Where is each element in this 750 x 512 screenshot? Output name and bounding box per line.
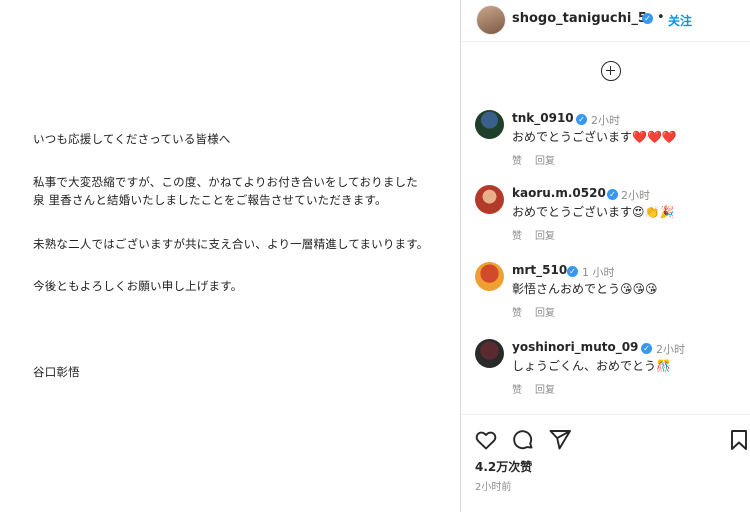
like-comment-button[interactable]: 赞 — [512, 385, 522, 396]
commenter-avatar[interactable] — [475, 339, 504, 368]
comment-actions: 赞 回复 — [512, 381, 568, 396]
letter-paragraph-line: 私事で大変恐縮ですが、この度、かねてよりお付き合いをしておりました — [33, 175, 418, 189]
bookmark-icon[interactable] — [728, 428, 750, 452]
separator-dot: • — [657, 10, 665, 25]
comment-text: しょうごくん、おめでとう🎊 — [512, 359, 671, 373]
comment-icon[interactable] — [511, 428, 535, 452]
heart-icon[interactable] — [474, 428, 498, 452]
verified-badge-icon: ✓ — [607, 189, 618, 200]
like-comment-button[interactable]: 赞 — [512, 156, 522, 167]
verified-badge-icon: ✓ — [642, 13, 653, 24]
comment-item: yoshinori_muto_09 ✓ 2小时 しょうごくん、おめでとう🎊 赞 回… — [461, 339, 750, 409]
like-comment-button[interactable]: 赞 — [512, 231, 522, 242]
commenter-username[interactable]: tnk_0910 — [512, 111, 574, 125]
comment-text: おめでとうございます❤️❤️❤️ — [512, 130, 677, 144]
commenter-avatar[interactable] — [475, 262, 504, 291]
post-action-bar — [461, 428, 750, 452]
letter-paragraph-line: 未熟な二人ではございますが共に支え合い、より一層精進してまいります。 — [33, 237, 429, 251]
like-comment-button[interactable]: 赞 — [512, 308, 522, 319]
comment-time: 1 小时 — [582, 266, 615, 279]
commenter-avatar[interactable] — [475, 185, 504, 214]
comment-item: kaoru.m.0520 ✓ 2小时 おめでとうございます😍👏🎉 赞 回复 — [461, 185, 750, 255]
header-divider — [461, 41, 750, 42]
letter-paragraph-line: 泉 里香さんと結婚いたしましたことをご報告させていただきます。 — [33, 193, 387, 207]
commenter-username[interactable]: mrt_510 — [512, 263, 567, 277]
comment-item: mrt_510 ✓ 1 小时 彰悟さんおめでとう😘😘😘 赞 回复 — [461, 262, 750, 332]
post-timestamp: 2小时前 — [475, 482, 512, 493]
share-icon[interactable] — [548, 428, 572, 452]
post-header: shogo_taniguchi_5 ✓ • 关注 — [461, 0, 750, 40]
reply-button[interactable]: 回复 — [535, 308, 555, 319]
author-username[interactable]: shogo_taniguchi_5 — [512, 11, 647, 26]
reply-button[interactable]: 回复 — [535, 156, 555, 167]
like-count[interactable]: 4.2万次赞 — [475, 458, 532, 475]
verified-badge-icon: ✓ — [641, 343, 652, 354]
author-avatar[interactable] — [476, 5, 506, 35]
comment-time: 2小时 — [621, 189, 650, 202]
letter-signature: 谷口彰悟 — [33, 365, 80, 379]
verified-badge-icon: ✓ — [576, 114, 587, 125]
comment-actions: 赞 回复 — [512, 304, 568, 319]
reply-button[interactable]: 回复 — [535, 385, 555, 396]
reply-button[interactable]: 回复 — [535, 231, 555, 242]
letter-paragraph-line: 今後ともよろしくお願い申し上げます。 — [33, 279, 243, 293]
comment-time: 2小时 — [656, 343, 685, 356]
comment-actions: 赞 回复 — [512, 152, 568, 167]
load-more-comments-icon[interactable] — [601, 61, 621, 81]
verified-badge-icon: ✓ — [567, 266, 578, 277]
post-image: いつも応援してくださっている皆様へ 私事で大変恐縮ですが、この度、かねてよりお付… — [0, 0, 460, 512]
comment-item: tnk_0910 ✓ 2小时 おめでとうございます❤️❤️❤️ 赞 回复 — [461, 110, 750, 180]
commenter-username[interactable]: kaoru.m.0520 — [512, 186, 606, 200]
follow-button[interactable]: 关注 — [668, 12, 692, 29]
comment-text: 彰悟さんおめでとう😘😘😘 — [512, 282, 658, 296]
comment-actions: 赞 回复 — [512, 227, 568, 242]
actions-divider — [461, 414, 750, 415]
comments-panel: shogo_taniguchi_5 ✓ • 关注 tnk_0910 ✓ 2小时 … — [461, 0, 750, 512]
letter-greeting: いつも応援してくださっている皆様へ — [33, 132, 231, 146]
comment-text: おめでとうございます😍👏🎉 — [512, 205, 675, 219]
comment-time: 2小时 — [591, 114, 620, 127]
commenter-avatar[interactable] — [475, 110, 504, 139]
commenter-username[interactable]: yoshinori_muto_09 — [512, 340, 638, 354]
